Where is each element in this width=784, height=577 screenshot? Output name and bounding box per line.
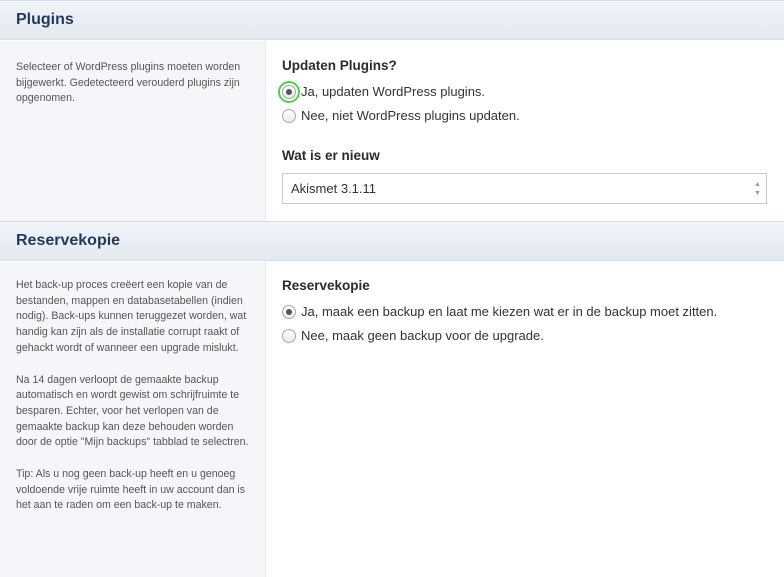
backup-question: Reservekopie (282, 278, 370, 293)
radio-update-plugins-yes[interactable]: Ja, updaten WordPress plugins. (282, 84, 485, 99)
radio-update-plugins-no[interactable]: Nee, niet WordPress plugins updaten. (282, 108, 520, 123)
radio-button-unchecked[interactable] (282, 328, 296, 343)
plugins-description-panel: Selecteer of WordPress plugins moeten wo… (0, 41, 266, 221)
radio-button-checked[interactable] (282, 304, 296, 319)
backup-description-paragraph-3: Tip: Als u nog geen back-up heeft en u g… (16, 468, 246, 512)
whats-new-listbox[interactable]: Akismet 3.1.11 ▲ ▼ (282, 173, 767, 204)
radio-label-yes: Ja, updaten WordPress plugins. (301, 84, 486, 99)
whats-new-title: Wat is er nieuw (282, 148, 380, 163)
radio-label-backup-no: Nee, maak geen backup voor de upgrade. (301, 328, 544, 343)
plugins-options-panel: Updaten Plugins? Ja, updaten WordPress p… (266, 41, 784, 221)
backup-description-paragraph-2: Na 14 dagen verloopt de gemaakte backup … (16, 373, 249, 449)
backup-description-panel: Het back-up proces creëert een kopie van… (0, 262, 266, 577)
whats-new-item: Akismet 3.1.11 (291, 181, 377, 196)
scroll-up-icon[interactable]: ▲ (754, 180, 761, 189)
scroll-down-icon[interactable]: ▼ (754, 189, 761, 198)
plugins-section-header: Plugins (0, 0, 784, 40)
backup-section-title: Reservekopie (16, 232, 121, 249)
radio-button-unchecked[interactable] (282, 108, 296, 123)
radio-button-checked[interactable] (282, 84, 296, 99)
listbox-scroll-arrows[interactable]: ▲ ▼ (749, 174, 766, 203)
plugins-description-text: Selecteer of WordPress plugins moeten wo… (16, 61, 241, 105)
backup-description-paragraph-1: Het back-up proces creëert een kopie van… (16, 279, 247, 354)
backup-section-header: Reservekopie (0, 221, 784, 261)
radio-label-backup-yes: Ja, maak een backup en laat me kiezen wa… (301, 304, 718, 319)
radio-backup-yes[interactable]: Ja, maak een backup en laat me kiezen wa… (282, 304, 717, 319)
backup-options-panel: Reservekopie Ja, maak een backup en laat… (266, 262, 784, 577)
radio-backup-no[interactable]: Nee, maak geen backup voor de upgrade. (282, 328, 544, 343)
radio-label-no: Nee, niet WordPress plugins updaten. (301, 108, 520, 123)
plugins-section-title: Plugins (16, 11, 74, 28)
update-plugins-question: Updaten Plugins? (282, 58, 397, 73)
